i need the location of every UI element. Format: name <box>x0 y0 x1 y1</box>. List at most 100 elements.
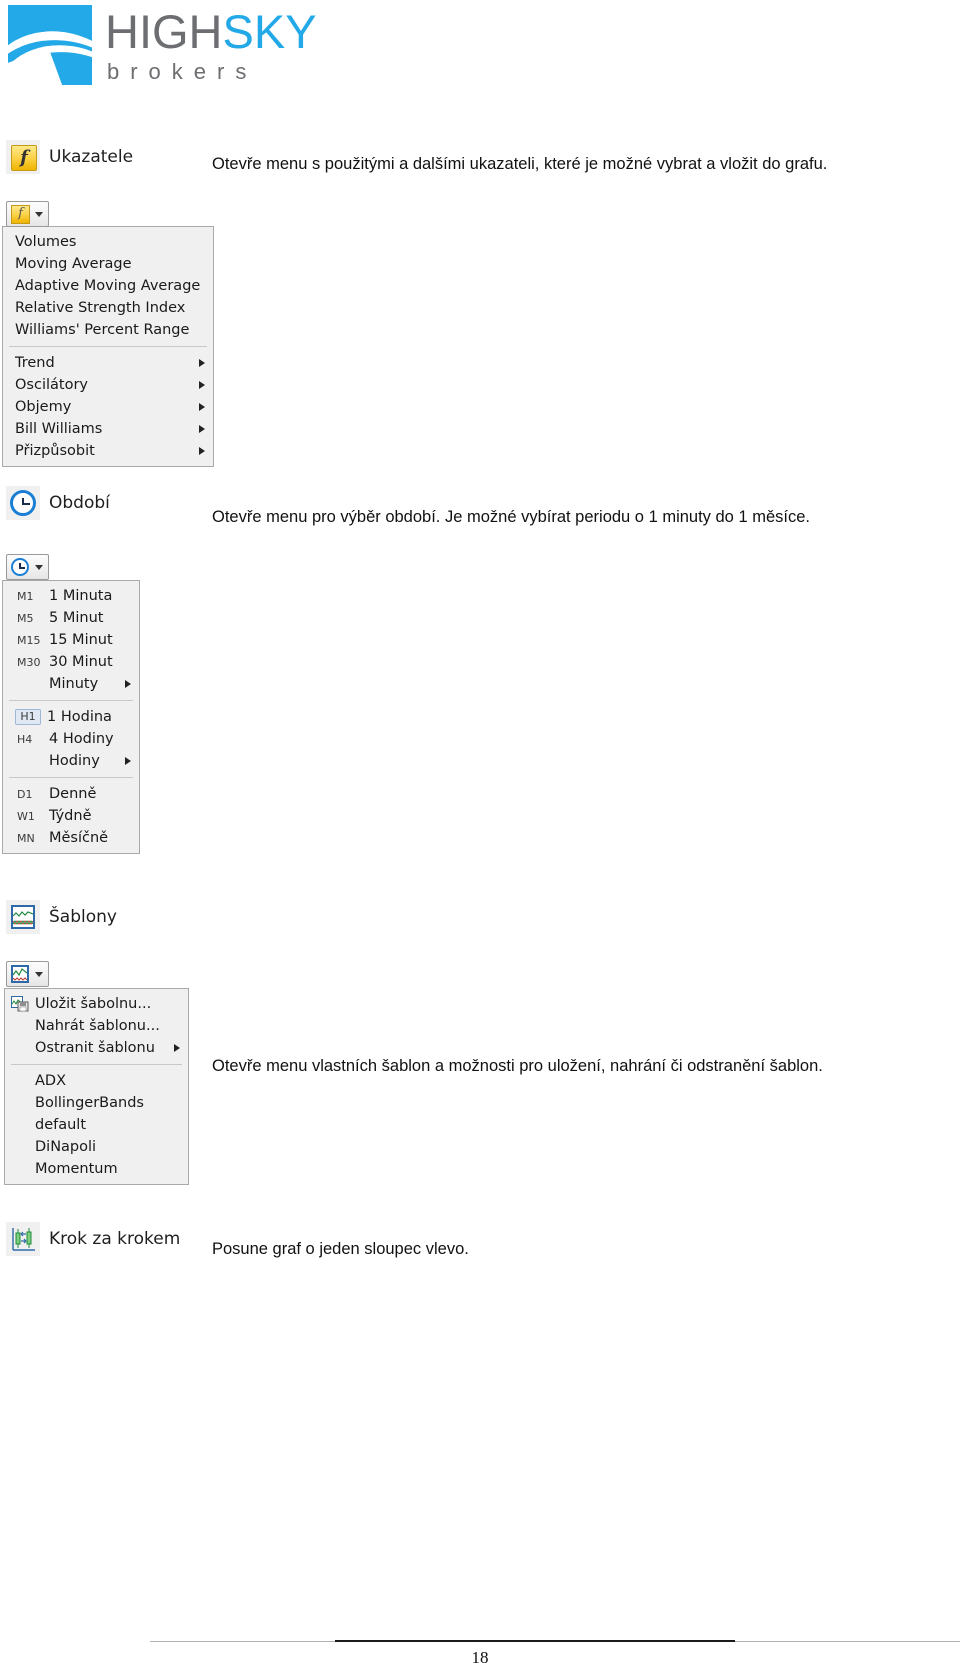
indicators-menu[interactable]: Volumes Moving Average Adaptive Moving A… <box>2 226 214 467</box>
green-wave-icon <box>13 911 33 917</box>
menu-item[interactable]: Objemy <box>3 396 213 418</box>
menu-item[interactable]: M5 5 Minut <box>3 607 139 629</box>
menu-item-save-template[interactable]: Uložit šabolnu... <box>5 993 188 1015</box>
menu-item-code: M30 <box>17 655 41 669</box>
chevron-right-icon <box>125 757 131 765</box>
chevron-down-icon <box>35 971 43 977</box>
menu-separator <box>11 1064 182 1065</box>
menu-item[interactable]: M15 15 Minut <box>3 629 139 651</box>
menu-item-label: Týdně <box>49 808 92 824</box>
tool-caption-period: Období <box>49 493 110 513</box>
menu-item-label: Relative Strength Index <box>15 300 186 316</box>
page-number: 18 <box>471 1648 489 1667</box>
templates-menu[interactable]: Uložit šabolnu... Nahrát šablonu... Ostr… <box>4 988 189 1185</box>
description-templates: Otevře menu vlastních šablon a možnosti … <box>212 1057 823 1075</box>
menu-item[interactable]: ADX <box>5 1070 188 1092</box>
logo-subtitle: brokers <box>107 59 258 84</box>
menu-item[interactable]: Ostranit šablonu <box>5 1037 188 1059</box>
menu-item[interactable]: W1 Týdně <box>3 805 139 827</box>
menu-item-code: H4 <box>17 732 33 746</box>
menu-separator <box>9 700 133 701</box>
menu-item-code: M5 <box>17 611 34 625</box>
tool-caption-templates: Šablony <box>49 907 117 927</box>
menu-item-label: Hodiny <box>49 753 100 769</box>
chart-template-icon <box>6 900 40 934</box>
description-indicators: Otevře menu s použitými a dalšími ukazat… <box>212 155 828 173</box>
menu-item-label: Přizpůsobit <box>15 443 95 459</box>
menu-item-label: 1 Hodina <box>47 709 112 725</box>
menu-item[interactable]: DiNapoli <box>5 1136 188 1158</box>
menu-separator <box>9 777 133 778</box>
footer-divider <box>150 1640 960 1643</box>
chevron-right-icon <box>199 425 205 433</box>
menu-item[interactable]: Volumes <box>3 231 213 253</box>
menu-item[interactable]: Přizpůsobit <box>3 440 213 462</box>
tool-caption-indicators: Ukazatele <box>49 147 134 167</box>
menu-item-code: D1 <box>17 787 33 801</box>
function-f-icon: f <box>6 140 40 174</box>
menu-item-label: ADX <box>35 1073 67 1089</box>
menu-item-label: Adaptive Moving Average <box>15 278 201 294</box>
period-menu[interactable]: M1 1 Minuta M5 5 Minut M15 15 Minut M30 30 M… <box>2 580 140 854</box>
logo-wordmark: HIGHSKY brokers <box>105 8 317 85</box>
mini-wave-icon <box>13 968 27 981</box>
menu-item[interactable]: Relative Strength Index <box>3 297 213 319</box>
chevron-right-icon <box>174 1044 180 1052</box>
description-step-by-step: Posune graf o jeden sloupec vlevo. <box>212 1240 469 1258</box>
menu-item-code: M1 <box>17 589 34 603</box>
menu-item[interactable]: D1 Denně <box>3 783 139 805</box>
menu-item[interactable]: Momentum <box>5 1158 188 1180</box>
menu-item[interactable]: Moving Average <box>3 253 213 275</box>
menu-item-label: Oscilátory <box>15 377 88 393</box>
menu-item-label: Měsíčně <box>49 830 109 846</box>
menu-item[interactable]: BollingerBands <box>5 1092 188 1114</box>
menu-item[interactable]: H4 4 Hodiny <box>3 728 139 750</box>
menu-item-code: MN <box>17 831 35 845</box>
logo-word-sky: SKY <box>222 5 317 58</box>
clock-icon-small <box>10 557 30 577</box>
menu-item-label: Denně <box>49 786 97 802</box>
menu-item[interactable]: Adaptive Moving Average <box>3 275 213 297</box>
chevron-right-icon <box>125 680 131 688</box>
menu-item[interactable]: Oscilátory <box>3 374 213 396</box>
menu-item-label: Objemy <box>15 399 72 415</box>
save-template-icon <box>11 996 29 1012</box>
menu-item-label: Nahrát šablonu... <box>35 1018 160 1034</box>
chevron-right-icon <box>199 447 205 455</box>
chevron-down-icon <box>35 211 43 217</box>
templates-dropdown-button[interactable] <box>6 961 49 987</box>
menu-item[interactable]: Bill Williams <box>3 418 213 440</box>
chevron-right-icon <box>199 359 205 367</box>
brand-logo: HIGHSKY brokers <box>0 0 400 95</box>
period-dropdown-button[interactable] <box>6 554 49 580</box>
menu-item[interactable]: Nahrát šablonu... <box>5 1015 188 1037</box>
menu-item-label: Moving Average <box>15 256 132 272</box>
menu-item[interactable]: Hodiny <box>3 750 139 772</box>
menu-item-label: 4 Hodiny <box>49 731 114 747</box>
step-by-step-icon <box>6 1222 40 1256</box>
menu-item-label: Minuty <box>49 676 99 692</box>
tool-row-templates: Šablony <box>6 900 117 934</box>
menu-item-selected[interactable]: H1 1 Hodina <box>3 706 139 728</box>
indicators-dropdown-button[interactable]: f <box>6 201 49 227</box>
menu-item[interactable]: default <box>5 1114 188 1136</box>
tool-row-step-by-step: Krok za krokem <box>6 1222 180 1256</box>
menu-item[interactable]: Trend <box>3 352 213 374</box>
logo-mark-icon <box>8 5 92 85</box>
chevron-right-icon <box>199 381 205 389</box>
menu-item-label: Williams' Percent Range <box>15 322 190 338</box>
chart-template-icon-small <box>10 964 30 984</box>
menu-separator <box>9 346 207 347</box>
menu-item[interactable]: M30 30 Minut <box>3 651 139 673</box>
function-f-icon-small: f <box>10 204 30 224</box>
menu-item-code: H1 <box>15 709 41 725</box>
menu-item[interactable]: Williams' Percent Range <box>3 319 213 341</box>
menu-item-label: default <box>35 1117 87 1133</box>
menu-item[interactable]: Minuty <box>3 673 139 695</box>
menu-item-label: 5 Minut <box>49 610 104 626</box>
menu-item[interactable]: MN Měsíčně <box>3 827 139 849</box>
menu-item-code: M15 <box>17 633 41 647</box>
menu-item-label: Bill Williams <box>15 421 103 437</box>
menu-item-label: Trend <box>15 355 55 371</box>
menu-item[interactable]: M1 1 Minuta <box>3 585 139 607</box>
